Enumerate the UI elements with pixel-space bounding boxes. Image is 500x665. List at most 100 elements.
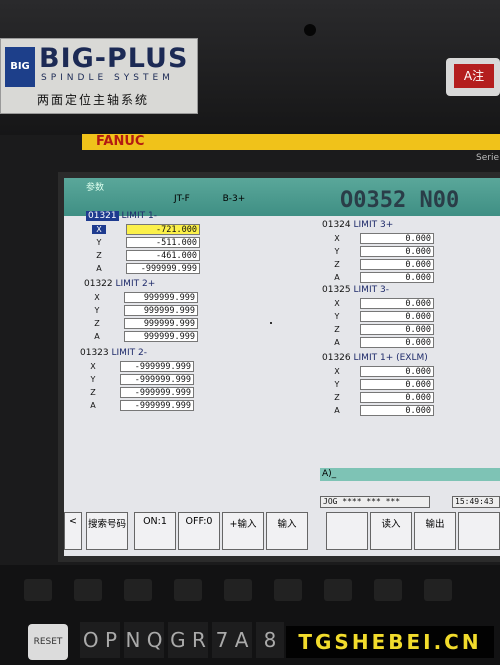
softkey-bar: < 搜索号码 ON:1 OFF:0 +输入 输入 读入 输出 [64,512,500,552]
param-title: 01325 LIMIT 3- [322,285,389,295]
softkey-input[interactable]: 输入 [266,512,308,550]
watermark: TGSHEBEI.CN [286,626,494,658]
param-name: LIMIT 1+ (EXLM) [353,353,428,363]
param-value[interactable]: 0.000 [360,366,434,377]
param-value[interactable]: -999999.999 [120,400,194,411]
key-7a[interactable]: 7 A [212,622,252,658]
axis-label: Z [94,319,100,328]
screw-icon [304,24,316,36]
softkey-plus-input[interactable]: +输入 [222,512,264,550]
axis-label: Z [96,251,102,260]
axis-label: X [90,362,96,371]
softkey-on[interactable]: ON:1 [134,512,176,550]
param-value[interactable]: 999999.999 [124,318,198,329]
param-value[interactable]: -511.000 [126,237,200,248]
param-value[interactable]: 0.000 [360,246,434,257]
program-prefix: JT-F [174,194,190,204]
axis-label: Y [90,375,96,384]
softkey-off[interactable]: OFF:0 [178,512,220,550]
param-title: 01326 LIMIT 1+ (EXLM) [322,353,428,363]
warning-sticker: A注 [446,58,500,96]
param-value[interactable]: 0.000 [360,379,434,390]
axis-label: Y [334,312,340,321]
param-title: 01324 LIMIT 3+ [322,220,393,230]
axis-label: X [334,234,340,243]
panel-key[interactable] [24,579,52,601]
panel-key[interactable] [424,579,452,601]
key-8[interactable]: 8 [256,622,284,658]
mode-indicator: JOG **** *** *** [320,496,430,508]
axis-label: X [334,299,340,308]
big-plus-chinese: 两面定位主轴系统 [37,93,150,107]
header-label: 参数 [86,183,105,193]
axis-label: Z [334,325,340,334]
param-name: LIMIT 2+ [115,279,156,289]
axis-label: Y [334,247,340,256]
param-id[interactable]: 01321 [86,211,119,221]
param-title: 01321 LIMIT 1- [86,211,157,221]
param-value[interactable]: -999999.999 [120,374,194,385]
key-input-line[interactable]: A)_ [320,468,500,481]
screen-artifact [270,322,272,324]
param-id[interactable]: 01326 [322,353,351,363]
param-value[interactable]: 0.000 [360,233,434,244]
param-id[interactable]: 01324 [322,220,351,230]
softkey-search-number[interactable]: 搜索号码 [86,512,128,550]
param-id[interactable]: 01325 [322,285,351,295]
param-id[interactable]: 01322 [84,279,113,289]
program-number: O0352 N00 [340,188,460,213]
axis-label: X [94,293,100,302]
panel-key[interactable] [324,579,352,601]
param-value[interactable]: 0.000 [360,311,434,322]
axis-label: Y [94,306,100,315]
param-value[interactable]: -999999.999 [126,263,200,274]
program-label: JT-F B-3+ [174,194,245,204]
param-value[interactable]: -721.000 [126,224,200,235]
param-value[interactable]: 999999.999 [124,292,198,303]
param-value[interactable]: 0.000 [360,259,434,270]
param-value[interactable]: 999999.999 [124,331,198,342]
param-name: LIMIT 3+ [353,220,394,230]
axis-label: A [94,332,100,341]
param-value[interactable]: -461.000 [126,250,200,261]
key-op[interactable]: O P [80,622,120,658]
param-title: 01322 LIMIT 2+ [84,279,155,289]
series-label: Serie [476,153,499,163]
axis-label: A [334,273,340,282]
axis-label: A [90,401,96,410]
softkey-blank[interactable] [326,512,368,550]
param-value[interactable]: 0.000 [360,405,434,416]
axis-label: X [92,225,106,234]
panel-key[interactable] [124,579,152,601]
softkey-prev[interactable]: < [64,512,82,550]
reset-button[interactable]: RESET [28,624,68,660]
softkey-read[interactable]: 读入 [370,512,412,550]
warning-label: A注 [454,64,494,88]
key-gr[interactable]: G R [168,622,208,658]
axis-label: Z [334,393,340,402]
panel-key[interactable] [274,579,302,601]
axis-label: A [334,338,340,347]
param-value[interactable]: 0.000 [360,298,434,309]
param-value[interactable]: 0.000 [360,337,434,348]
param-id[interactable]: 01323 [80,348,109,358]
axis-label: Z [90,388,96,397]
param-value[interactable]: 0.000 [360,272,434,283]
param-value[interactable]: 0.000 [360,392,434,403]
panel-key[interactable] [174,579,202,601]
panel-key[interactable] [224,579,252,601]
cnc-screen: 参数 JT-F B-3+ O0352 N00 01321 LIMIT 1- X … [64,178,500,556]
param-title: 01323 LIMIT 2- [80,348,147,358]
softkey-output[interactable]: 输出 [414,512,456,550]
param-value[interactable]: -999999.999 [120,387,194,398]
param-value[interactable]: 0.000 [360,324,434,335]
param-value[interactable]: -999999.999 [120,361,194,372]
softkey-next[interactable] [458,512,500,550]
key-nq[interactable]: N Q [124,622,164,658]
panel-key[interactable] [74,579,102,601]
param-name: LIMIT 2- [111,348,147,358]
param-value[interactable]: 999999.999 [124,305,198,316]
big-plus-title: BIG-PLUS [39,43,189,74]
panel-key[interactable] [374,579,402,601]
status-line: JOG **** *** *** 15:49:43 [320,496,500,508]
